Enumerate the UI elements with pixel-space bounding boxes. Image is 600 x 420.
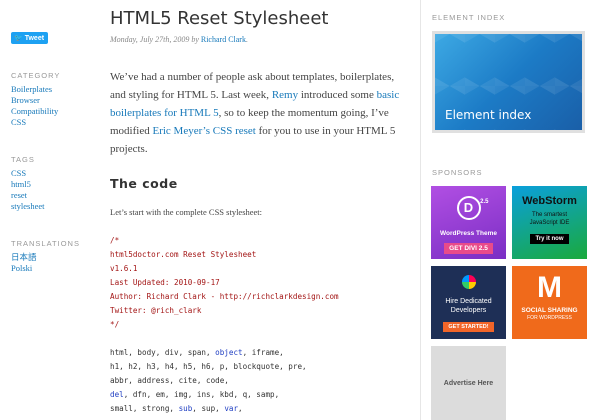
code-keyword: object [215,348,243,357]
intro-paragraph: We’ve had a number of people ask about t… [110,68,410,158]
ad-hire-developers[interactable]: Hire Dedicated Developers GET STARTED! [431,266,506,339]
tweet-button[interactable]: 🐦 Tweet [11,32,48,44]
remy-link[interactable]: Remy [272,89,298,101]
category-heading: CATEGORY [11,71,61,80]
dev-logo-icon [461,275,476,289]
dev-title: Hire Dedicated Developers [445,298,492,314]
code-keyword: sub [178,404,193,413]
intro-text-2: introduced some [300,89,374,101]
code-comment-line: html5doctor.com Reset Stylesheet [110,250,257,259]
code-comment-line: */ [110,320,120,329]
left-rail: 🐦 Tweet CATEGORY Boilerplates Browser Co… [0,0,80,420]
code-line: small, strong, sub, sup, var, [110,402,339,416]
element-index-label: Element index [445,108,532,122]
divi-title: WordPress Theme [440,230,497,237]
element-index-banner[interactable]: Element index [432,31,585,133]
divi-logo-icon: D 2.5 [456,196,489,220]
dev-button: GET STARTED! [443,322,494,332]
tag-link-css[interactable]: CSS [11,168,45,179]
tag-link-html5[interactable]: html5 [11,179,45,190]
code-text: , dfn, em, img, ins, kbd, q, samp, [123,390,280,399]
code-keyword: del [110,390,124,399]
code-text: , sup, [192,404,225,413]
ad-webstorm[interactable]: WebStorm The smartest JavaScript IDE Try… [512,186,587,259]
translation-link-polski[interactable]: Polski [11,263,80,274]
code-lead-text: Let’s start with the complete CSS styles… [110,207,263,217]
twitter-bird-icon: 🐦 [14,35,23,42]
webstorm-sub: The smartest JavaScript IDE [529,212,570,226]
divi-button: GET DIVI 2.5 [444,243,493,254]
ad-divi[interactable]: D 2.5 WordPress Theme GET DIVI 2.5 [431,186,506,259]
category-section: CATEGORY Boilerplates Browser Compatibil… [11,71,60,128]
social-logo-icon: M [537,271,562,304]
author-link[interactable]: Richard Clark [201,35,246,44]
tags-section: TAGS CSS html5 reset stylesheet [11,155,45,212]
right-sidebar: ELEMENT INDEX Element index SPONSORS D 2.… [420,0,600,420]
code-line: abbr, address, cite, code, [110,374,339,388]
article-date: Monday, July 27th, 2009 by [110,35,199,44]
webstorm-button: Try it now [530,234,569,244]
code-line: del, dfn, em, img, ins, kbd, q, samp, [110,388,339,402]
code-text: h1, h2, h3, h4, h5, h6, p, blockquote, p… [110,362,307,371]
ad-social-sharing[interactable]: M SOCIAL SHARING FOR WORDPRESS [512,266,587,339]
webstorm-name: WebStorm [522,195,577,207]
code-comment-line: v1.6.1 [110,264,138,273]
code-comment-line: Last Updated: 2010-09-17 [110,278,220,287]
code-text: abbr, address, cite, code, [110,376,229,385]
article-byline: Monday, July 27th, 2009 by Richard Clark… [110,35,248,44]
code-comment-line: Twitter: @rich_clark [110,306,202,315]
code-text: small, strong, [110,404,179,413]
tag-link-stylesheet[interactable]: stylesheet [11,201,45,212]
code-keyword: var [224,404,239,413]
eric-meyer-reset-link[interactable]: Eric Meyer’s CSS reset [152,125,255,137]
social-sub: FOR WORDPRESS [527,315,572,321]
category-link-boilerplates[interactable]: Boilerplates [11,84,60,95]
sponsors-heading: SPONSORS [432,168,483,177]
translations-heading: TRANSLATIONS [11,239,80,248]
tweet-label: Tweet [24,34,45,42]
translation-link-japanese[interactable]: 日本語 [11,252,80,263]
code-line: html, body, div, span, object, iframe, [110,346,339,360]
tag-link-reset[interactable]: reset [11,190,45,201]
code-comment-line: Author: Richard Clark - http://richclark… [110,292,339,301]
code-text: html, body, div, span, [110,348,216,357]
tags-heading: TAGS [11,155,35,164]
code-block: /* html5doctor.com Reset Stylesheet v1.6.1… [110,234,339,416]
advertise-here[interactable]: Advertise Here [431,346,506,420]
category-link-compatibility[interactable]: Compatibility [11,106,60,117]
social-title: SOCIAL SHARING [521,307,578,314]
category-link-browser[interactable]: Browser [11,95,60,106]
code-text: , iframe, [242,348,284,357]
section-heading-code: The code [110,176,178,191]
code-line: h1, h2, h3, h4, h5, h6, p, blockquote, p… [110,360,339,374]
code-text: , [238,404,243,413]
element-index-heading: ELEMENT INDEX [432,13,506,22]
article-title: HTML5 Reset Stylesheet [110,8,329,29]
category-link-css[interactable]: CSS [11,117,60,128]
translations-section: TRANSLATIONS 日本語 Polski [11,239,80,274]
code-comment-line: /* [110,236,120,245]
